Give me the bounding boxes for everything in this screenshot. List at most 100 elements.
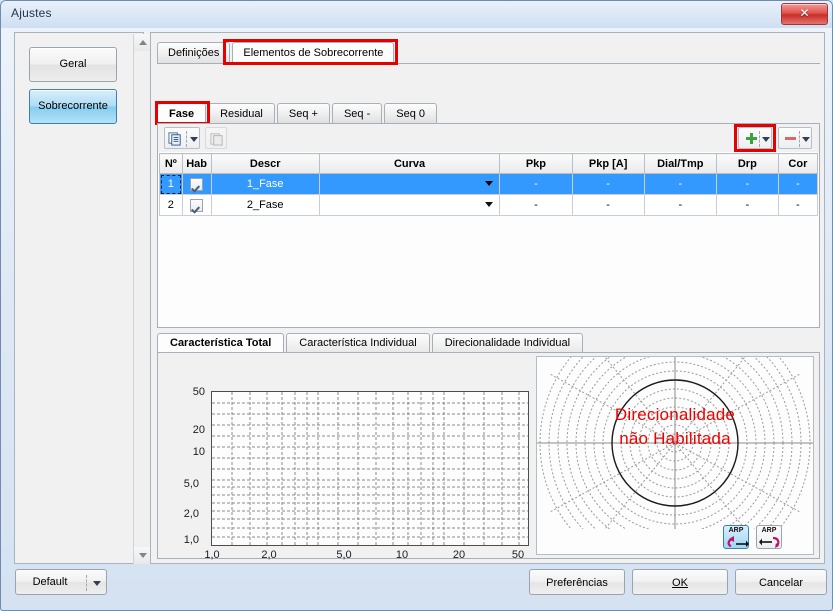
tab-caracteristica-individual[interactable]: Característica Individual (286, 333, 430, 352)
cell-cor[interactable]: - (777, 173, 819, 195)
col-header-num[interactable]: Nº (159, 153, 183, 174)
tab-label: Característica Total (170, 337, 272, 349)
polar-message-line2: não Habilitada (619, 429, 731, 448)
cell-curva[interactable] (318, 173, 501, 195)
outer-tabstrip: Definições Elementos de Sobrecorrente (157, 42, 396, 64)
profile-select[interactable]: Default (15, 569, 107, 595)
subtab-seq-minus[interactable]: Seq - (331, 103, 383, 123)
x-tick-label: 10 (395, 549, 409, 561)
elements-table: Nº Hab Descr Curva Pkp Pkp [A] Dial/Tmp … (159, 153, 819, 216)
subtab-seq-zero[interactable]: Seq 0 (384, 103, 437, 123)
elements-grid-panel: Nº Hab Descr Curva Pkp Pkp [A] Dial/Tmp … (157, 123, 820, 328)
y-tick-label: 10 (192, 446, 205, 458)
copy-icon (168, 132, 181, 146)
chevron-down-icon[interactable] (802, 137, 810, 142)
ok-button[interactable]: OK (632, 569, 728, 595)
characteristics-section: Característica Total Característica Indi… (157, 333, 820, 561)
cell-cor[interactable]: - (777, 194, 819, 216)
enable-checkbox[interactable] (190, 177, 204, 191)
table-row[interactable]: 2 2_Fase - - - - - (159, 194, 819, 216)
subtab-fase[interactable]: Fase (157, 103, 207, 123)
characteristics-tabstrip: Característica Total Característica Indi… (157, 333, 585, 353)
remove-element-button[interactable] (778, 127, 812, 149)
scroll-up-button[interactable] (134, 34, 151, 51)
arp-reverse-icon (759, 536, 780, 548)
copy-button[interactable] (164, 127, 200, 149)
settings-dialog: Ajustes ✕ Geral Sobrecorrente Definições… (0, 0, 833, 611)
sidebar-item-label: Geral (59, 58, 87, 70)
table-row[interactable]: 1 1_Fase - - - - - (159, 173, 819, 195)
arp-forward-button[interactable]: ARP (723, 525, 749, 549)
chevron-down-icon[interactable] (190, 137, 198, 142)
chevron-down-icon[interactable] (93, 581, 101, 586)
col-header-dial-tmp[interactable]: Dial/Tmp (643, 153, 717, 174)
chart-plot-area (211, 391, 529, 546)
cancel-button[interactable]: Cancelar (735, 569, 827, 595)
scroll-down-button[interactable] (134, 547, 151, 564)
table-header-row: Nº Hab Descr Curva Pkp Pkp [A] Dial/Tmp … (159, 153, 819, 174)
cell-curva[interactable] (318, 194, 501, 216)
close-button[interactable]: ✕ (781, 3, 828, 25)
tab-definicoes[interactable]: Definições (157, 42, 231, 63)
col-header-hab[interactable]: Hab (181, 153, 212, 174)
x-tick-label: 2,0 (261, 549, 277, 561)
sidebar-item-sobrecorrente[interactable]: Sobrecorrente (29, 89, 117, 124)
cell-num[interactable]: 2 (159, 194, 183, 216)
x-tick-label: 5,0 (336, 549, 352, 561)
col-header-descr[interactable]: Descr (210, 153, 320, 174)
caret-up-icon (139, 40, 147, 45)
sidebar-scrollbar[interactable] (133, 34, 151, 564)
ok-label: OK (672, 577, 688, 589)
cell-drp[interactable]: - (715, 173, 779, 195)
directionality-polar-plot: Direcionalidade não Habilitada ARP ARP (536, 356, 814, 555)
chevron-down-icon[interactable] (485, 181, 494, 186)
caret-down-icon (139, 553, 147, 558)
arp-reverse-button[interactable]: ARP (756, 525, 782, 549)
x-tick-label: 1,0 (204, 549, 220, 561)
split-divider (759, 131, 761, 147)
cell-pkp-a[interactable]: - (571, 194, 645, 216)
inner-tabstrip: Fase Residual Seq + Seq - Seq 0 (157, 103, 439, 124)
subtab-label: Fase (169, 108, 195, 120)
col-header-drp[interactable]: Drp (715, 153, 779, 174)
arp-forward-icon (727, 536, 749, 548)
chart-gridlines (212, 392, 528, 545)
x-tick-label: 20 (452, 549, 466, 561)
cell-descr[interactable]: 2_Fase (210, 194, 320, 216)
sidebar-item-geral[interactable]: Geral (29, 47, 117, 82)
cell-hab[interactable] (181, 194, 212, 216)
cell-hab[interactable] (181, 173, 212, 195)
plus-icon-vertical (750, 133, 753, 144)
enable-checkbox[interactable] (190, 198, 204, 212)
add-element-button[interactable] (738, 127, 772, 149)
preferences-button[interactable]: Preferências (529, 569, 625, 595)
subtab-label: Seq - (343, 108, 371, 120)
characteristics-body: 50 20 10 5,0 2,0 1,0 1,0 2,0 5,0 10 20 5… (157, 352, 820, 561)
split-divider (186, 131, 188, 147)
cell-pkp[interactable]: - (499, 194, 573, 216)
tab-elementos-de-sobrecorrente[interactable]: Elementos de Sobrecorrente (232, 42, 395, 63)
cell-drp[interactable]: - (715, 194, 779, 216)
tab-separator (157, 63, 820, 64)
grid-toolbar (158, 124, 819, 152)
cell-descr[interactable]: 1_Fase (210, 173, 320, 195)
split-divider (86, 575, 88, 591)
chevron-down-icon[interactable] (485, 202, 494, 207)
col-header-curva[interactable]: Curva (318, 153, 501, 174)
col-header-pkp[interactable]: Pkp (499, 153, 573, 174)
tab-label: Elementos de Sobrecorrente (243, 47, 384, 59)
cell-pkp[interactable]: - (499, 173, 573, 195)
col-header-cor[interactable]: Cor (777, 153, 819, 174)
col-header-pkp-a[interactable]: Pkp [A] (571, 153, 645, 174)
cell-num[interactable]: 1 (159, 173, 183, 195)
subtab-seq-plus[interactable]: Seq + (276, 103, 330, 123)
cell-pkp-a[interactable]: - (571, 173, 645, 195)
cell-dial-tmp[interactable]: - (643, 194, 717, 216)
y-tick-label: 20 (192, 424, 205, 436)
cell-dial-tmp[interactable]: - (643, 173, 717, 195)
paste-button[interactable] (205, 127, 227, 149)
subtab-residual[interactable]: Residual (208, 103, 275, 123)
chevron-down-icon[interactable] (762, 137, 770, 142)
tab-caracteristica-total[interactable]: Característica Total (157, 333, 285, 352)
tab-direcionalidade-individual[interactable]: Direcionalidade Individual (431, 333, 584, 352)
